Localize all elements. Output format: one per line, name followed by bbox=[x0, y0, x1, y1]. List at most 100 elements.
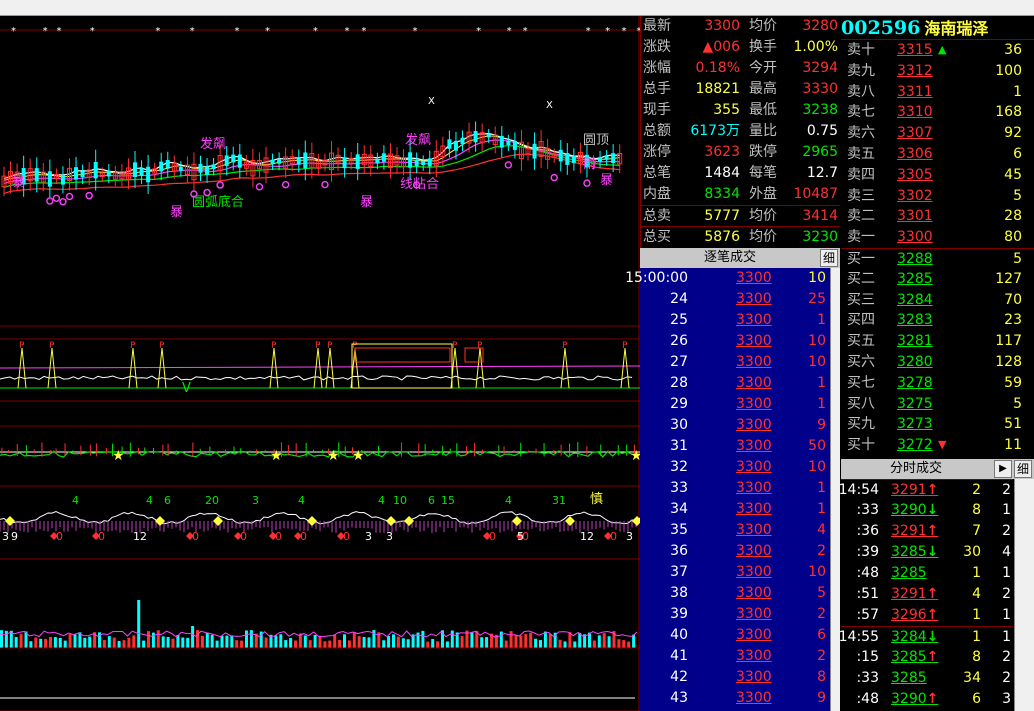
book-volume: 5 bbox=[1013, 395, 1022, 412]
tick-row[interactable]: 32 3300 10 bbox=[640, 457, 830, 478]
arrow-up-icon: ↑ bbox=[926, 523, 939, 539]
book-level-label: 买七 bbox=[847, 374, 875, 391]
volume-bar bbox=[607, 636, 611, 648]
spike-mark bbox=[269, 347, 279, 389]
ask-row[interactable]: 卖八 3311 1 bbox=[841, 82, 1034, 103]
tick-volume: 1 bbox=[817, 501, 826, 517]
book-level-label: 买二 bbox=[847, 270, 875, 287]
timeshare-row[interactable]: :36 3291↑ 7 2 bbox=[841, 521, 1013, 542]
bid-row[interactable]: 买九 3273 51 bbox=[841, 414, 1034, 435]
tick-row[interactable]: 25 3300 1 bbox=[640, 310, 830, 331]
ask-row[interactable]: 卖六 3307 92 bbox=[841, 123, 1034, 144]
green-count-label: 4 bbox=[505, 494, 512, 507]
ask-row[interactable]: 卖一 3300 80 bbox=[841, 227, 1034, 248]
volume-bar bbox=[313, 634, 317, 648]
timeshare-row[interactable]: :51 3291↑ 4 2 bbox=[841, 584, 1013, 605]
volume-bar bbox=[245, 630, 248, 648]
tick-row[interactable]: 41 3300 2 bbox=[640, 646, 830, 667]
candle-body bbox=[486, 134, 491, 138]
volume-bar bbox=[303, 635, 307, 648]
signal-dot bbox=[46, 197, 54, 205]
volume-bar bbox=[396, 636, 400, 648]
bid-row[interactable]: 买五 3281 117 bbox=[841, 331, 1034, 352]
ask-row[interactable]: 卖十 3315 ▲ 36 bbox=[841, 40, 1034, 61]
timeshare-scrollbar[interactable] bbox=[1014, 479, 1034, 711]
candle-body bbox=[565, 153, 570, 165]
ask-row[interactable]: 卖七 3310 168 bbox=[841, 102, 1034, 123]
timeshare-volume: 2 bbox=[972, 482, 981, 498]
timeshare-row[interactable]: 14:54 3291↑ 2 2 bbox=[839, 479, 1013, 500]
bid-row[interactable]: 买十 3272 ▼ 11 bbox=[841, 435, 1034, 456]
tick-row[interactable]: 38 3300 5 bbox=[640, 583, 830, 604]
tick-time: 36 bbox=[670, 543, 688, 559]
tick-time: 15:00:00 bbox=[625, 270, 688, 286]
tick-detail-button[interactable]: 细 bbox=[820, 249, 838, 267]
arrow-up-icon: ↑ bbox=[926, 607, 939, 623]
timeshare-time: 14:55 bbox=[838, 629, 879, 645]
signal-dot bbox=[550, 173, 558, 182]
quote-label: 每笔 bbox=[749, 165, 777, 181]
tick-row[interactable]: 27 3300 10 bbox=[640, 352, 830, 373]
tick-row[interactable]: 33 3300 1 bbox=[640, 478, 830, 499]
bottom-count-label: 3 bbox=[386, 530, 393, 543]
tick-row[interactable]: 43 3300 9 bbox=[640, 688, 830, 709]
candle-body bbox=[408, 152, 413, 168]
timeshare-detail-button[interactable]: 细 bbox=[1014, 460, 1032, 478]
tick-row[interactable]: 40 3300 6 bbox=[640, 625, 830, 646]
tick-row[interactable]: 31 3300 50 bbox=[640, 436, 830, 457]
timeshare-row[interactable]: :33 3285 34 2 bbox=[841, 668, 1013, 689]
spike-label: P bbox=[315, 341, 321, 351]
tick-row[interactable]: 30 3300 9 bbox=[640, 415, 830, 436]
tick-trades-list[interactable]: 15:00:00 3300 10 24 3300 25 25 3300 1 26 3300 10 27 3… bbox=[625, 268, 830, 711]
book-price: 3315 bbox=[897, 42, 933, 58]
volume-bar bbox=[460, 636, 464, 648]
tick-time: 40 bbox=[670, 627, 688, 643]
timeshare-count: 2 bbox=[1002, 670, 1011, 686]
timeshare-trades-list[interactable]: 14:54 3291↑ 2 2:33 3290↓ 8 1:36 3291↑ 7 2:39 3285↓… bbox=[838, 479, 1013, 710]
quote-value: 3300 bbox=[704, 18, 740, 34]
volume-bar bbox=[543, 631, 547, 648]
quote-row: 现手 355 最低 3238 bbox=[641, 100, 840, 121]
timeshare-row[interactable]: 14:55 3284↓ 1 1 bbox=[838, 626, 1013, 647]
book-price: 3283 bbox=[897, 312, 933, 329]
tick-row[interactable]: 29 3300 1 bbox=[640, 394, 830, 415]
quote-value: 3294 bbox=[802, 60, 838, 76]
tick-row[interactable]: 28 3300 1 bbox=[640, 373, 830, 394]
play-button[interactable]: ▶ bbox=[994, 460, 1012, 478]
ask-row[interactable]: 卖五 3306 6 bbox=[841, 144, 1034, 165]
timeshare-row[interactable]: :39 3285↓ 30 4 bbox=[841, 542, 1013, 563]
timeshare-row[interactable]: :48 3290↑ 6 3 bbox=[841, 689, 1013, 710]
tick-row[interactable]: 36 3300 2 bbox=[640, 541, 830, 562]
tick-row[interactable]: 34 3300 1 bbox=[640, 499, 830, 520]
ask-row[interactable]: 卖四 3305 45 bbox=[841, 165, 1034, 186]
timeshare-count: 2 bbox=[1002, 482, 1011, 498]
bid-row[interactable]: 买六 3280 128 bbox=[841, 352, 1034, 373]
bid-row[interactable]: 买一 3288 5 bbox=[841, 247, 1034, 269]
tick-row[interactable]: 39 3300 2 bbox=[640, 604, 830, 625]
timeshare-row[interactable]: :48 3285 1 1 bbox=[841, 563, 1013, 584]
tick-row[interactable]: 42 3300 8 bbox=[640, 667, 830, 688]
book-volume: 117 bbox=[995, 333, 1022, 350]
zone-box bbox=[351, 343, 453, 389]
tick-price: 3300 bbox=[736, 648, 772, 664]
bid-row[interactable]: 买二 3285 127 bbox=[841, 269, 1034, 290]
tick-row[interactable]: 15:00:00 3300 10 bbox=[625, 268, 830, 289]
candlestick-chart-panel[interactable]: *******************发飙暴暴暴圆弧底合发飙线粘合圆顶雨暴XXV… bbox=[0, 16, 640, 711]
tick-row[interactable]: 24 3300 25 bbox=[640, 289, 830, 310]
tick-row[interactable]: 26 3300 10 bbox=[640, 331, 830, 352]
ask-row[interactable]: 卖九 3312 100 bbox=[841, 61, 1034, 82]
timeshare-row[interactable]: :15 3285↑ 8 2 bbox=[841, 647, 1013, 668]
tick-row[interactable]: 35 3300 4 bbox=[640, 520, 830, 541]
bid-row[interactable]: 买七 3278 59 bbox=[841, 373, 1034, 394]
bid-row[interactable]: 买八 3275 5 bbox=[841, 394, 1034, 415]
candle-body bbox=[165, 160, 170, 169]
quote-value: 3330 bbox=[802, 81, 838, 97]
bid-row[interactable]: 买四 3283 23 bbox=[841, 310, 1034, 331]
book-level-label: 卖七 bbox=[847, 104, 875, 121]
timeshare-row[interactable]: :57 3296↑ 1 1 bbox=[841, 605, 1013, 626]
ask-row[interactable]: 卖三 3302 5 bbox=[841, 186, 1034, 207]
ask-row[interactable]: 卖二 3301 28 bbox=[841, 206, 1034, 227]
bid-row[interactable]: 买三 3284 70 bbox=[841, 290, 1034, 311]
timeshare-row[interactable]: :33 3290↓ 8 1 bbox=[841, 500, 1013, 521]
tick-row[interactable]: 37 3300 10 bbox=[640, 562, 830, 583]
